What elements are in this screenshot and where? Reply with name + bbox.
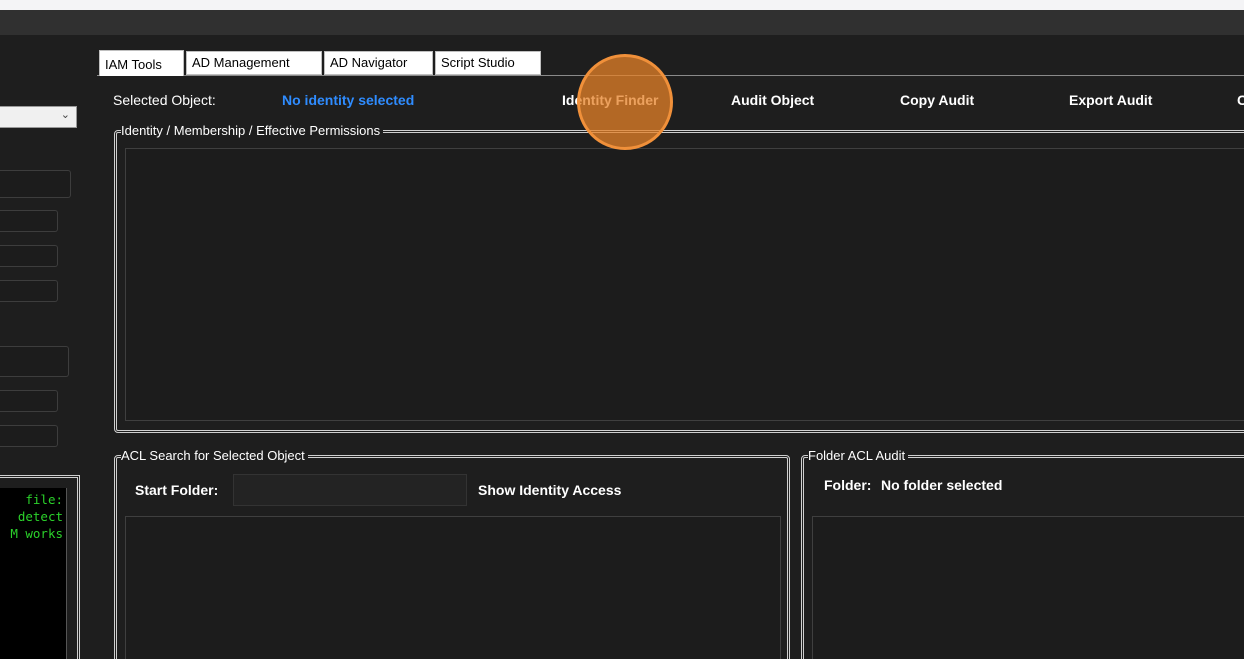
- folder-label: Folder:: [824, 477, 872, 493]
- folder-acl-audit-group: Folder ACL Audit Folder: No folder selec…: [801, 448, 1244, 659]
- folder-acl-results-list[interactable]: [812, 516, 1244, 659]
- app-window: ⌄ y file: detect M works IAM Tools AD Ma…: [0, 35, 1244, 659]
- identity-membership-group-title: Identity / Membership / Effective Permis…: [121, 123, 384, 138]
- folder-value: No folder selected: [881, 477, 1003, 493]
- left-pane-field-2[interactable]: [0, 245, 58, 267]
- tab-script-studio[interactable]: Script Studio: [435, 51, 541, 75]
- left-pane-field-4[interactable]: [0, 390, 58, 412]
- selected-object-value: No identity selected: [282, 92, 415, 108]
- left-pane-field-1[interactable]: [0, 210, 58, 232]
- acl-search-group-title: ACL Search for Selected Object: [121, 448, 308, 463]
- identity-membership-group: Identity / Membership / Effective Permis…: [114, 123, 1244, 433]
- start-folder-label: Start Folder:: [135, 482, 219, 498]
- left-pane-input-1[interactable]: [0, 170, 71, 198]
- export-audit-button[interactable]: Export Audit: [1069, 92, 1152, 108]
- selected-object-label: Selected Object:: [113, 92, 216, 108]
- identity-finder-button[interactable]: Identity Finder: [562, 92, 658, 108]
- window-titlebar: [0, 10, 1244, 35]
- identity-results-list[interactable]: [125, 148, 1244, 421]
- copy-audit-button[interactable]: Copy Audit: [900, 92, 974, 108]
- left-pane-dropdown[interactable]: ⌄: [0, 106, 77, 128]
- folder-acl-audit-group-title: Folder ACL Audit: [808, 448, 909, 463]
- console-output: file: detect M works: [0, 488, 67, 659]
- tab-ad-management[interactable]: AD Management: [186, 51, 322, 75]
- tab-strip-border: [97, 75, 1244, 76]
- start-folder-input[interactable]: [233, 474, 467, 506]
- chevron-down-icon: ⌄: [60, 109, 70, 121]
- left-pane-field-3[interactable]: [0, 280, 58, 302]
- acl-search-results-list[interactable]: [125, 516, 781, 659]
- left-pane-input-2[interactable]: [0, 346, 69, 377]
- tab-ad-navigator[interactable]: AD Navigator: [324, 51, 433, 75]
- clipped-toolbar-button[interactable]: C: [1237, 92, 1244, 108]
- acl-search-group: ACL Search for Selected Object Start Fol…: [114, 448, 790, 659]
- tab-iam-tools[interactable]: IAM Tools: [99, 50, 184, 76]
- show-identity-access-button[interactable]: Show Identity Access: [478, 482, 621, 498]
- audit-object-button[interactable]: Audit Object: [731, 92, 814, 108]
- left-pane-field-5[interactable]: [0, 425, 58, 447]
